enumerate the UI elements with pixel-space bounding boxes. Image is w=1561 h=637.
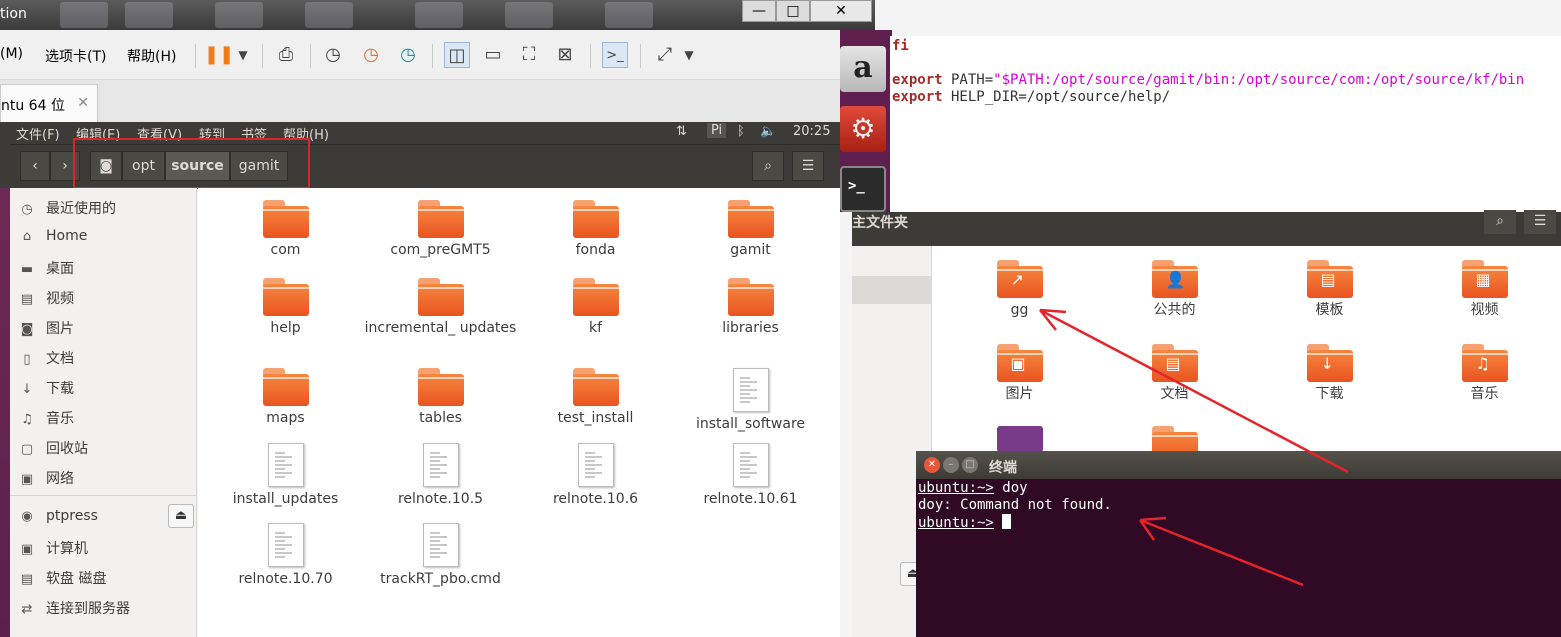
annotation-arrows <box>1039 308 1349 587</box>
annotation-arrow <box>1039 308 1349 474</box>
annotation-arrow <box>1139 518 1304 587</box>
